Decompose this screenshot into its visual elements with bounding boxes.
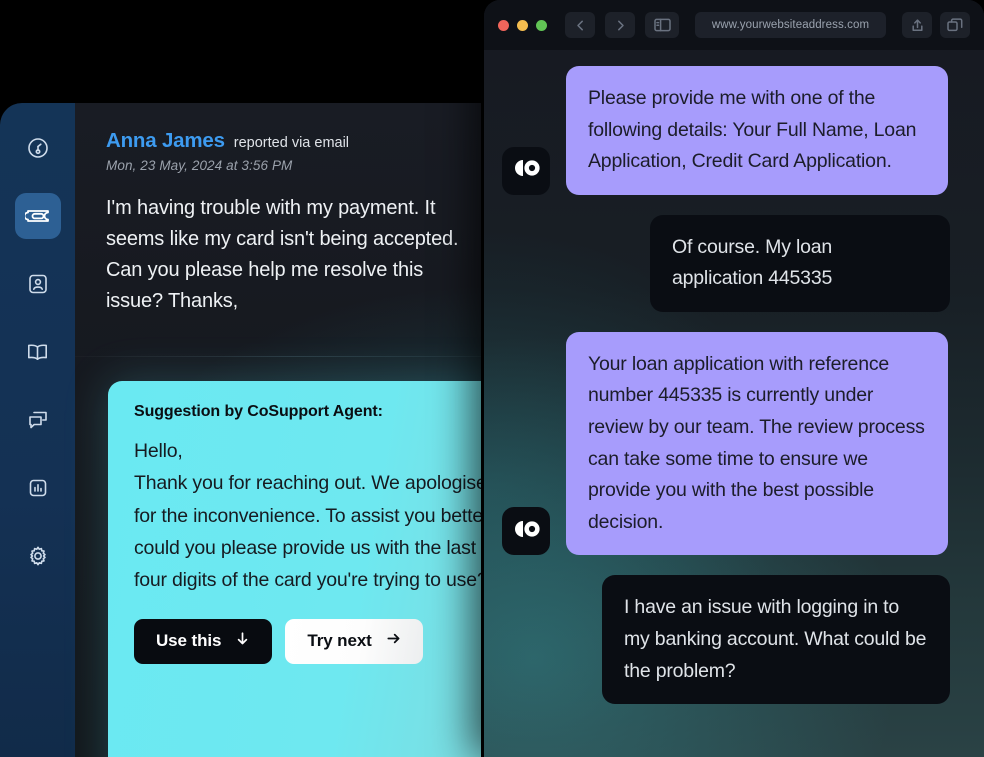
avatar — [502, 146, 550, 195]
chat-row-user: I have an issue with logging in to my ba… — [502, 575, 950, 705]
browser-window: www.yourwebsiteaddress.com Please provid… — [484, 0, 984, 757]
arrow-down-icon — [235, 631, 250, 651]
use-this-label: Use this — [156, 631, 222, 651]
suggestion-actions: Use this Try next — [134, 618, 481, 664]
chevron-left-icon — [574, 19, 587, 32]
ticket-icon — [24, 203, 51, 229]
screenshot-root: Anna James reported via email Mon, 23 Ma… — [0, 0, 984, 757]
try-next-label: Try next — [307, 631, 372, 651]
arrow-right-icon — [386, 631, 401, 651]
support-app-panel: Anna James reported via email Mon, 23 Ma… — [0, 103, 481, 757]
chat-row-bot: Your loan application with reference num… — [502, 331, 950, 556]
chat-row-user: Of course. My loan application 445335 — [502, 214, 950, 312]
minimize-window-button[interactable] — [517, 19, 528, 31]
address-bar[interactable]: www.yourwebsiteaddress.com — [695, 12, 886, 38]
ai-suggestion-card: Suggestion by CoSupport Agent: Hello, Th… — [108, 381, 481, 757]
suggestion-title: Suggestion by CoSupport Agent: — [134, 403, 383, 420]
sidebar-item-chats[interactable] — [15, 397, 61, 443]
book-icon — [25, 340, 50, 365]
address-bar-url: www.yourwebsiteaddress.com — [711, 19, 870, 31]
tab-overview-icon — [947, 18, 963, 32]
browser-toolbar-right — [902, 12, 970, 38]
sidebar-item-contacts[interactable] — [15, 261, 61, 307]
sidebar-item-analytics[interactable] — [15, 465, 61, 511]
chat-row-bot: Please provide me with one of the follow… — [502, 66, 950, 195]
section-divider — [75, 356, 481, 357]
close-window-button[interactable] — [498, 19, 509, 31]
avatar — [502, 507, 550, 556]
chat-bubble-bot: Your loan application with reference num… — [566, 331, 948, 556]
share-upload-icon — [910, 18, 925, 33]
chat-bubble-user: Of course. My loan application 445335 — [650, 214, 950, 312]
maximize-window-button[interactable] — [536, 19, 547, 31]
cosupport-logo-icon — [513, 519, 540, 544]
try-next-button[interactable]: Try next — [285, 618, 423, 664]
ticket-message-body: I'm having trouble with my payment. It s… — [106, 197, 459, 312]
suggestion-body: Hello, Thank you for reaching out. We ap… — [134, 440, 481, 592]
browser-titlebar: www.yourwebsiteaddress.com — [484, 0, 984, 50]
sidebar-item-tickets[interactable] — [14, 193, 61, 239]
bar-chart-icon — [26, 476, 50, 500]
ticket-sender-name[interactable]: Anna James — [106, 129, 225, 153]
gauge-icon — [26, 136, 50, 160]
back-button[interactable] — [565, 12, 595, 38]
ticket-channel-label: reported via email — [233, 135, 350, 151]
sidebar-item-knowledge[interactable] — [15, 329, 61, 375]
chevron-right-icon — [614, 19, 627, 32]
sidebar-panel-icon — [653, 18, 671, 32]
forward-button[interactable] — [605, 12, 635, 38]
app-sidebar — [0, 103, 75, 757]
contact-card-icon — [26, 272, 50, 296]
gear-icon — [26, 544, 50, 568]
window-traffic-lights — [498, 19, 547, 31]
chat-viewport: Please provide me with one of the follow… — [484, 50, 984, 757]
ticket-header: Anna James reported via email Mon, 23 Ma… — [75, 103, 481, 173]
share-button[interactable] — [902, 12, 932, 38]
sidebar-item-dashboard[interactable] — [15, 125, 61, 171]
ticket-timestamp: Mon, 23 May, 2024 at 3:56 PM — [106, 158, 293, 173]
cosupport-logo-icon — [513, 158, 540, 183]
chat-bubble-user: I have an issue with logging in to my ba… — [602, 575, 950, 705]
ticket-content-area: Anna James reported via email Mon, 23 Ma… — [75, 103, 481, 757]
sidebar-toggle-button[interactable] — [645, 12, 679, 38]
use-this-button[interactable]: Use this — [134, 618, 273, 664]
tab-overview-button[interactable] — [940, 12, 970, 38]
sidebar-item-settings[interactable] — [15, 533, 61, 579]
chat-bubbles-icon — [26, 408, 50, 432]
chat-bubble-bot: Please provide me with one of the follow… — [566, 66, 948, 195]
